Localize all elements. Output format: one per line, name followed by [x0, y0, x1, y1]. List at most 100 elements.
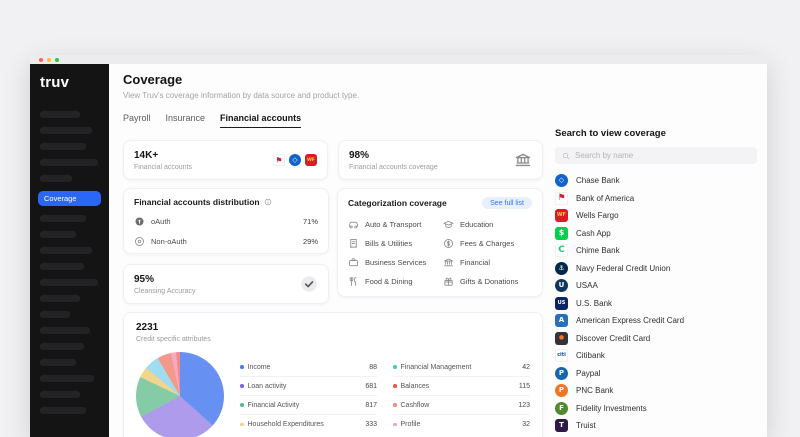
legend-dot	[240, 423, 244, 427]
institution-row[interactable]: P PNC Bank	[555, 382, 757, 400]
briefcase-icon	[348, 257, 359, 268]
oauth-icon	[134, 216, 145, 227]
tab-financial-accounts[interactable]: Financial accounts	[220, 113, 301, 128]
distribution-value: 71%	[303, 217, 318, 226]
sidebar-item-placeholder[interactable]	[40, 375, 94, 382]
u-s-bank-logo: US	[555, 297, 568, 310]
fidelity-investments-logo: F	[555, 402, 568, 415]
sidebar-item-placeholder[interactable]	[40, 175, 72, 182]
legend-label: Cashflow	[401, 402, 430, 409]
sidebar-item-placeholder[interactable]	[40, 391, 80, 398]
graduation-cap-icon	[443, 219, 454, 230]
sidebar-item-placeholder[interactable]	[40, 159, 98, 166]
sidebar-item-placeholder[interactable]	[40, 215, 86, 222]
sidebar-item-placeholder[interactable]	[40, 231, 76, 238]
american-express-credit-card-logo: A	[555, 314, 568, 327]
maximize-window-button[interactable]	[55, 58, 59, 62]
paypal-logo: P	[555, 367, 568, 380]
sidebar-item-placeholder[interactable]	[40, 279, 98, 286]
close-window-button[interactable]	[39, 58, 43, 62]
category-item: Food & Dining	[348, 276, 437, 287]
wells-fargo-logo: WF	[305, 154, 317, 166]
institution-row[interactable]: US U.S. Bank	[555, 295, 757, 313]
institution-name: Bank of America	[576, 194, 634, 203]
see-full-list-button[interactable]: See full list	[482, 197, 532, 209]
institution-row[interactable]: $ Cash App	[555, 225, 757, 243]
institution-row[interactable]: U USAA	[555, 277, 757, 295]
coverage-stat-card: 98% Financial accounts coverage	[338, 140, 543, 180]
sidebar-item-placeholder[interactable]	[40, 359, 76, 366]
cleansing-accuracy-card: 95% Cleansing Accuracy	[123, 264, 329, 304]
legend-column: Financial Management 42 Balances 115 Cas…	[393, 358, 530, 434]
distribution-value: 29%	[303, 237, 318, 246]
institution-name: Chase Bank	[576, 176, 620, 185]
sidebar-items-group	[38, 215, 101, 414]
search-icon	[562, 152, 570, 160]
attributes-label: Credit specific attributes	[136, 336, 530, 343]
institution-row[interactable]: ⚓ Navy Federal Credit Union	[555, 260, 757, 278]
legend-label: Balances	[401, 383, 430, 390]
legend-label: Financial Activity	[248, 402, 300, 409]
truist-logo: T	[555, 419, 568, 432]
category-label: Business Services	[365, 258, 426, 267]
institution-row[interactable]: T Truist	[555, 417, 757, 435]
institution-row[interactable]: A American Express Credit Card	[555, 312, 757, 330]
category-label: Bills & Utilities	[365, 239, 412, 248]
legend-row: Financial Activity 817	[240, 396, 377, 415]
institution-row[interactable]: WF Wells Fargo	[555, 207, 757, 225]
legend-value: 817	[365, 402, 377, 409]
stats-row: 14K+ Financial accounts ⚑◇WF 98% Financi…	[123, 140, 543, 180]
category-item: Fees & Charges	[443, 238, 532, 249]
tab-insurance[interactable]: Insurance	[166, 113, 206, 128]
legend-value: 681	[365, 383, 377, 390]
sidebar-items-group	[38, 111, 101, 182]
distribution-title: Financial accounts distribution	[134, 197, 260, 207]
financial-accounts-stat-card: 14K+ Financial accounts ⚑◇WF	[123, 140, 328, 180]
info-icon[interactable]	[264, 198, 272, 206]
institution-row[interactable]: ⚑ Bank of America	[555, 190, 757, 208]
institution-row[interactable]: P Paypal	[555, 365, 757, 383]
legend-label: Profile	[401, 421, 421, 428]
institution-row[interactable]: F Fidelity Investments	[555, 400, 757, 418]
category-item: Education	[443, 219, 532, 230]
sidebar-item-placeholder[interactable]	[40, 311, 70, 318]
institution-search-box[interactable]	[555, 147, 757, 164]
category-label: Education	[460, 220, 493, 229]
institution-row[interactable]: citi Citibank	[555, 347, 757, 365]
sidebar-item-placeholder[interactable]	[40, 327, 90, 334]
legend-value: 123	[518, 402, 530, 409]
institution-row[interactable]: ● Discover Credit Card	[555, 330, 757, 348]
sidebar-item-placeholder[interactable]	[40, 263, 84, 270]
institution-row[interactable]: C Chime Bank	[555, 242, 757, 260]
cash-app-logo: $	[555, 227, 568, 240]
sidebar-item-coverage[interactable]: Coverage	[38, 191, 101, 206]
category-label: Food & Dining	[365, 277, 413, 286]
page-subtitle: View Truv's coverage information by data…	[123, 91, 543, 100]
sidebar-item-placeholder[interactable]	[40, 295, 80, 302]
legend-row: Income 88	[240, 358, 377, 377]
legend-row: Profile 32	[393, 415, 530, 434]
legend-label: Loan activity	[248, 383, 287, 390]
distribution-label: oAuth	[151, 217, 171, 226]
dollar-circle-icon	[443, 238, 454, 249]
institution-row[interactable]: ◇ Chase Bank	[555, 172, 757, 190]
institution-name: Fidelity Investments	[576, 404, 647, 413]
sidebar-item-placeholder[interactable]	[40, 111, 80, 118]
institution-name: Citibank	[576, 351, 605, 360]
truv-logo: truv	[40, 74, 101, 91]
stat-label: Cleansing Accuracy	[134, 288, 195, 295]
window-titlebar[interactable]	[30, 55, 767, 64]
sidebar-item-placeholder[interactable]	[40, 143, 86, 150]
distribution-row: oAuth 71%	[134, 216, 318, 227]
distribution-card: Financial accounts distribution oAuth 71…	[123, 188, 329, 254]
minimize-window-button[interactable]	[47, 58, 51, 62]
sidebar-item-placeholder[interactable]	[40, 343, 84, 350]
sidebar-item-placeholder[interactable]	[40, 247, 92, 254]
chase-logo: ◇	[289, 154, 301, 166]
tab-payroll[interactable]: Payroll	[123, 113, 151, 128]
search-input[interactable]	[575, 151, 750, 160]
sidebar-item-placeholder[interactable]	[40, 407, 86, 414]
sidebar-item-placeholder[interactable]	[40, 127, 92, 134]
data-source-tabs: Payroll Insurance Financial accounts	[123, 113, 543, 128]
categorization-card: Categorization coverage See full list Au…	[337, 188, 543, 297]
